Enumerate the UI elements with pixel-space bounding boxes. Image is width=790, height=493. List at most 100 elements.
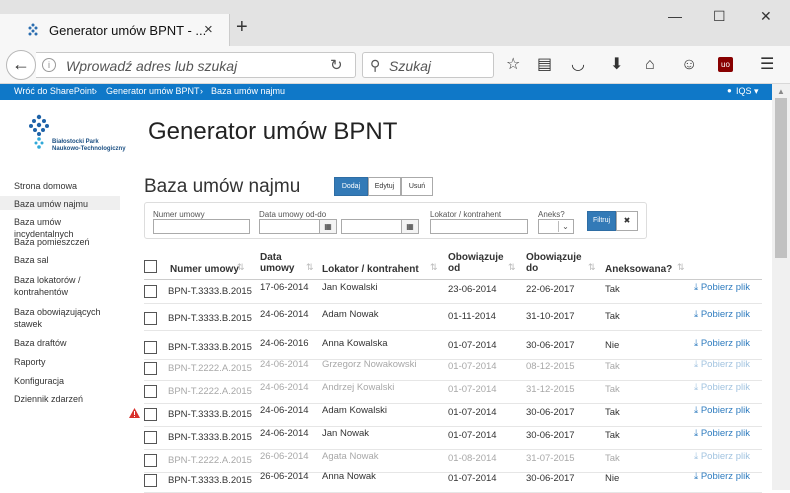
app-title: Generator umów BPNT [148,118,398,145]
menu-icon[interactable]: ☰ [760,56,774,74]
download-icon: ⤓ [694,471,701,482]
download-label: Pobierz plik [700,405,750,416]
cell-valid-from: 01-07-2014 [448,407,497,418]
sidebar-item[interactable]: Baza sal [0,252,120,266]
sidebar-item[interactable]: Baza draftów [0,335,120,349]
cell-number: BPN-T.3333.B.2015 [168,286,252,297]
download-link[interactable]: ⤓ Pobierz plik [694,405,750,416]
delete-button[interactable]: Usuń [401,177,433,196]
cell-valid-to: 31-12-2015 [526,384,575,395]
sort-icon[interactable]: ⇅ [237,262,245,273]
cell-valid-to: 30-06-2017 [526,473,575,484]
address-bar[interactable]: i Wprowadź adres lub szukaj ↻ [36,52,356,78]
date-from-input[interactable] [259,219,320,234]
header-tenant[interactable]: Lokator / kontrahent [322,264,419,275]
new-tab-button[interactable]: + [236,17,248,37]
edit-button[interactable]: Edytuj [368,177,401,196]
sort-icon[interactable]: ⇅ [677,262,685,273]
ublock-icon[interactable]: uo [718,57,733,72]
header-valid-from[interactable]: Obowiązuje od [448,252,506,274]
clear-filter-button[interactable]: ✖ [616,211,638,231]
calendar-icon[interactable]: ▦ [401,219,419,234]
header-number[interactable]: Numer umowy [170,264,239,275]
row-divider [144,403,762,404]
sidebar-item[interactable]: Konfiguracja [0,373,120,387]
sharepoint-bar: Wróć do SharePoint › Generator umów BPNT… [0,84,772,100]
add-button[interactable]: Dodaj [334,177,368,196]
search-box[interactable]: ⚲ Szukaj [362,52,494,78]
sort-icon[interactable]: ⇅ [430,262,438,273]
sidebar-item[interactable]: Dziennik zdarzeń [0,391,120,405]
sidebar-item[interactable]: Baza lokatorów / kontrahentów [0,272,120,298]
filter-button[interactable]: Filtruj [587,211,616,231]
header-valid-to[interactable]: Obowiązuje do [526,252,584,274]
scrollbar-thumb[interactable] [775,98,787,258]
reading-list-icon[interactable]: ▤ [537,56,552,74]
row-divider [144,449,762,450]
close-window-button[interactable]: ✕ [760,8,772,25]
download-link[interactable]: ⤓ Pobierz plik [694,428,750,439]
sort-icon[interactable]: ⇅ [588,262,596,273]
number-input[interactable] [153,219,250,234]
download-icon: ⤓ [694,338,701,349]
sidebar-item[interactable]: Baza pomieszczeń [0,234,120,248]
back-button[interactable]: ← [6,50,36,80]
maximize-button[interactable]: ☐ [713,8,726,25]
row-checkbox[interactable] [144,362,157,375]
crumb-generator[interactable]: Generator umów BPNT [106,86,200,96]
cell-number: BPN-T.2222.A.2015 [168,455,252,466]
row-checkbox[interactable] [144,408,157,421]
cell-annexed: Nie [605,340,620,351]
info-icon[interactable]: i [42,58,56,72]
sidebar-item[interactable]: Baza umów najmu [0,196,120,210]
tab-close-icon[interactable]: × [204,21,213,38]
bookmark-star-icon[interactable]: ☆ [506,56,520,74]
header-date[interactable]: Data umowy [260,252,302,274]
cell-tenant: Adam Kowalski [322,405,387,416]
cell-valid-from: 23-06-2014 [448,284,497,295]
scroll-up-icon[interactable]: ▲ [777,87,785,96]
reload-icon[interactable]: ↻ [330,56,343,74]
download-link[interactable]: ⤓ Pobierz plik [694,309,750,320]
cell-date: 24-06-2014 [260,382,309,393]
sidebar-item[interactable]: Baza obowiązujących stawek [0,304,120,330]
user-menu[interactable]: IQS ▾ [736,86,759,97]
row-checkbox[interactable] [144,454,157,467]
sidebar-item[interactable]: Baza umów incydentalnych [0,214,120,239]
row-checkbox[interactable] [144,285,157,298]
download-icon[interactable]: ⬇ [610,56,623,74]
download-link[interactable]: ⤓ Pobierz plik [694,471,750,482]
download-link[interactable]: ⤓ Pobierz plik [694,282,750,293]
row-checkbox[interactable] [144,312,157,325]
download-link[interactable]: ⤓ Pobierz plik [694,451,750,462]
sidebar-item[interactable]: Strona domowa [0,178,120,192]
row-checkbox[interactable] [144,474,157,487]
tenant-input[interactable] [430,219,528,234]
cell-valid-from: 01-08-2014 [448,453,497,464]
annex-select[interactable]: ⌄ [538,219,574,234]
pocket-icon[interactable]: ◡ [571,56,585,74]
row-checkbox[interactable] [144,341,157,354]
minimize-button[interactable]: — [668,8,682,24]
browser-tab[interactable]: Generator umów BPNT - ... × [0,14,230,46]
page-scrollbar[interactable]: ▲ [772,84,790,490]
row-checkbox[interactable] [144,431,157,444]
sort-icon[interactable]: ⇅ [508,262,516,273]
download-link[interactable]: ⤓ Pobierz plik [694,338,750,349]
row-checkbox[interactable] [144,385,157,398]
header-annexed[interactable]: Aneksowana? [605,264,672,275]
emoji-icon[interactable]: ☺ [681,56,697,74]
cell-valid-from: 01-07-2014 [448,430,497,441]
sidebar-item[interactable]: Raporty [0,354,120,368]
date-to-input[interactable] [341,219,402,234]
calendar-icon[interactable]: ▦ [319,219,337,234]
sort-icon[interactable]: ⇅ [306,262,314,273]
cell-number: BPN-T.3333.B.2015 [168,432,252,443]
crumb-sharepoint[interactable]: Wróć do SharePoint [14,86,94,96]
select-all-checkbox[interactable] [144,260,157,273]
cell-date: 24-06-2014 [260,428,309,439]
download-link[interactable]: ⤓ Pobierz plik [694,382,750,393]
download-link[interactable]: ⤓ Pobierz plik [694,359,750,370]
home-icon[interactable]: ⌂ [645,56,655,74]
download-label: Pobierz plik [700,382,750,393]
